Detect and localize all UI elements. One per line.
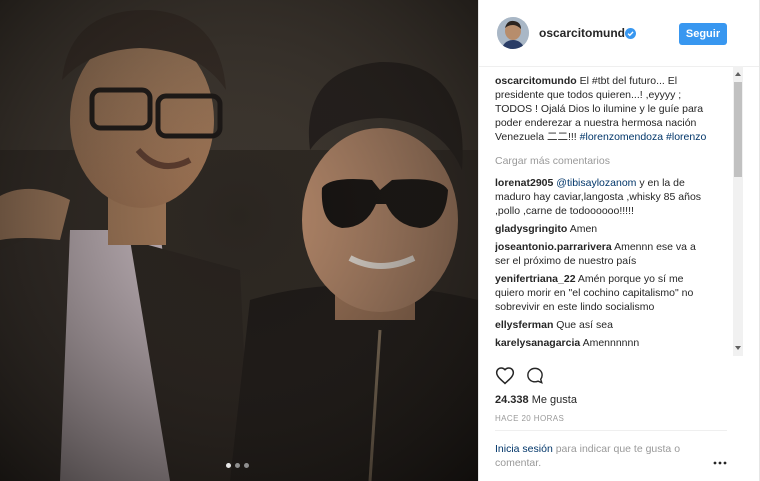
comment-text: Que así sea	[556, 319, 613, 331]
scrollbar-thumb[interactable]	[734, 82, 742, 177]
comment-username[interactable]: ellysferman	[495, 319, 553, 331]
comment-mention[interactable]: @tibisaylozanom	[556, 177, 636, 189]
comment-username[interactable]: lorenat2905	[495, 177, 553, 189]
post-timestamp: HACE 20 HORAS	[495, 414, 565, 423]
divider	[495, 430, 727, 431]
carousel-dot[interactable]	[244, 463, 249, 468]
comment-item: gladysgringito Amen	[495, 222, 711, 236]
comment-icon[interactable]	[525, 366, 545, 390]
load-more-comments-link[interactable]: Cargar más comentarios	[495, 154, 711, 168]
caption: oscarcitomundo El #tbt del futuro... El …	[495, 74, 711, 144]
avatar[interactable]	[497, 17, 529, 49]
comment-text: Amennnnnn	[582, 337, 640, 349]
post-side-panel: oscarcitomundo Seguir oscarcitomundo El …	[478, 0, 760, 481]
login-link[interactable]: Inicia sesión	[495, 443, 553, 455]
comment-username[interactable]: joseantonio.parrarivera	[495, 241, 612, 253]
post-header: oscarcitomundo Seguir	[479, 0, 759, 67]
caption-username[interactable]: oscarcitomundo	[495, 75, 577, 87]
comment-username[interactable]: yenifertriana_22	[495, 273, 576, 285]
comment-username[interactable]: gladysgringito	[495, 223, 567, 235]
username-link[interactable]: oscarcitomundo	[539, 26, 632, 40]
comment-item: yenifertriana_22 Amén porque yo sí me qu…	[495, 272, 711, 314]
scroll-up-arrow-icon[interactable]	[735, 72, 741, 76]
scroll-down-arrow-icon[interactable]	[735, 346, 741, 350]
more-options-icon[interactable]	[713, 454, 727, 468]
carousel-dot-active[interactable]	[226, 463, 231, 468]
comment-item: lorenat2905 @tibisaylozanom y en la de m…	[495, 176, 711, 218]
comment-username[interactable]: karelysanagarcia	[495, 337, 580, 349]
comment-text: Amen	[569, 223, 598, 235]
post-actions	[495, 366, 545, 390]
verified-badge-icon	[625, 26, 636, 44]
caption-hashtags[interactable]: #lorenzomendoza #lorenzo	[580, 131, 707, 143]
comment-item: joseantonio.parrarivera Amennn ese va a …	[495, 240, 711, 268]
likes-count: 24.338 Me gusta	[495, 394, 577, 406]
likes-label: Me gusta	[531, 394, 577, 406]
comment-item: karelysanagarcia Amennnnnn	[495, 336, 711, 350]
carousel-indicator	[226, 463, 249, 468]
login-prompt: Inicia sesión para indicar que te gusta …	[495, 442, 705, 470]
post-image	[0, 0, 478, 481]
likes-number: 24.338	[495, 394, 529, 406]
avatar-image	[497, 17, 529, 49]
heart-icon[interactable]	[495, 366, 515, 390]
comments-scrollbar[interactable]	[733, 66, 743, 356]
comments-list: oscarcitomundo El #tbt del futuro... El …	[495, 74, 711, 356]
post-photo[interactable]	[0, 0, 478, 481]
carousel-dot[interactable]	[235, 463, 240, 468]
follow-button[interactable]: Seguir	[679, 23, 727, 45]
comment-item: ellysferman Que así sea	[495, 318, 711, 332]
